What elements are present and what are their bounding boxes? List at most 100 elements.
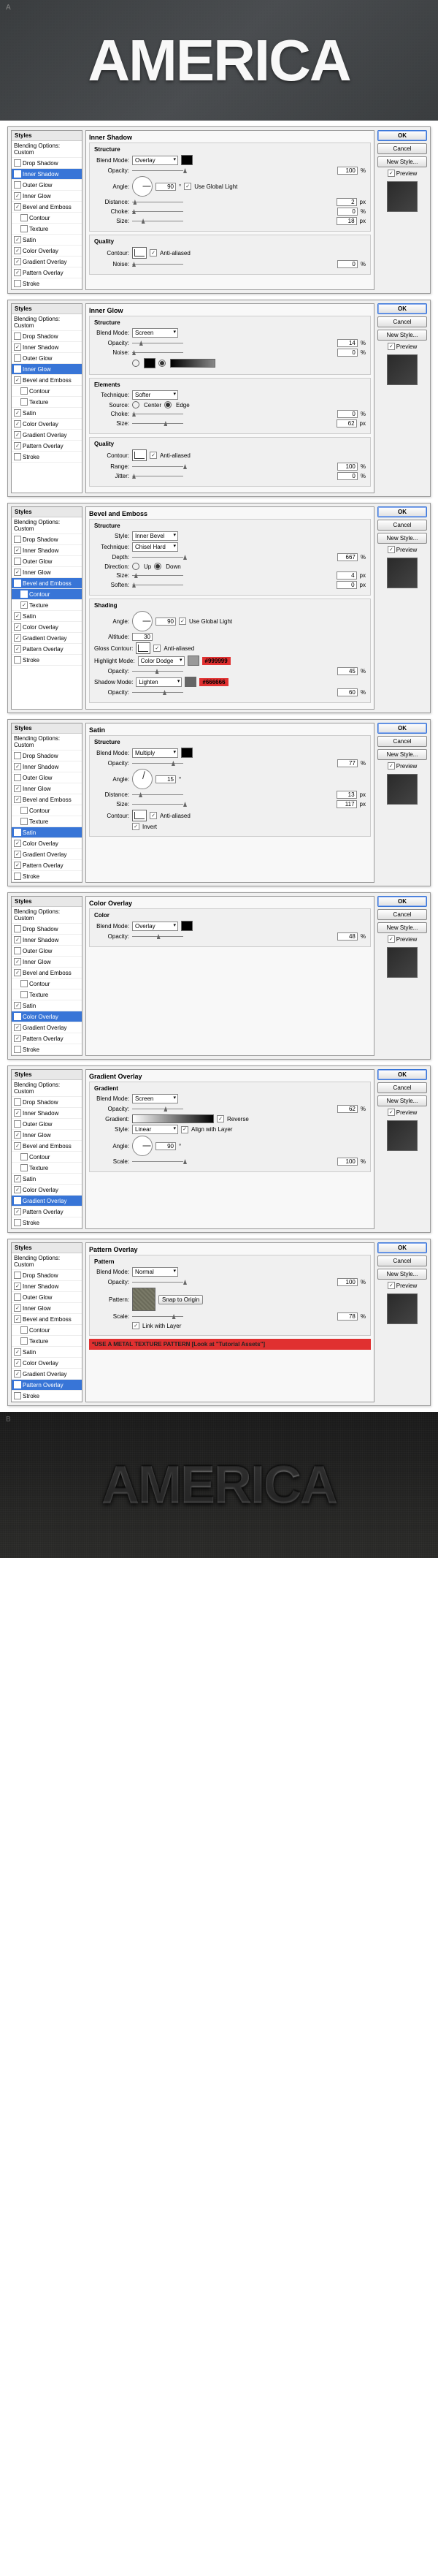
dropdown[interactable]: Normal [132,1267,178,1277]
style-row-satin[interactable]: Satin [12,235,82,246]
checkbox-icon[interactable] [14,181,21,189]
style-row-inner_shadow[interactable]: Inner Shadow [12,342,82,353]
checkbox-icon[interactable] [14,354,21,362]
style-row-satin[interactable]: Satin [12,1174,82,1185]
ok-button[interactable]: OK [377,1242,427,1253]
style-row-satin[interactable]: Satin [12,827,82,838]
contour-picker[interactable] [132,449,147,461]
checkbox-icon[interactable] [14,1283,21,1290]
checkbox-icon[interactable] [14,1208,21,1215]
style-row-pattern_overlay[interactable]: Pattern Overlay [12,644,82,655]
checkbox-icon[interactable] [14,547,21,554]
style-row-contour[interactable]: Contour [12,1325,82,1336]
checkbox-icon[interactable] [14,774,21,781]
checkbox-icon[interactable] [14,1109,21,1117]
dropdown[interactable]: Inner Bevel [132,531,178,541]
style-row-color_overlay[interactable]: Color Overlay [12,1011,82,1022]
contour-picker[interactable] [132,247,147,259]
checkbox-icon[interactable] [14,1186,21,1193]
checkbox-icon[interactable] [14,851,21,858]
style-row-drop_shadow[interactable]: Drop Shadow [12,751,82,761]
style-row-inner_shadow[interactable]: Inner Shadow [12,761,82,772]
ok-button[interactable]: OK [377,506,427,517]
new-style-button[interactable]: New Style... [377,1269,427,1280]
radio-button[interactable] [158,360,166,367]
checkbox-icon[interactable] [388,935,395,943]
value-input[interactable]: 0 [337,208,358,216]
checkbox-icon[interactable] [14,763,21,770]
style-row-outer_glow[interactable]: Outer Glow [12,180,82,191]
cancel-button[interactable]: Cancel [377,1082,427,1093]
slider[interactable] [132,794,334,795]
slider[interactable] [132,763,334,764]
checkbox-icon[interactable] [14,1315,21,1323]
checkbox-icon[interactable] [20,991,28,998]
style-row-contour[interactable]: Contour [12,805,82,816]
blending-options-row[interactable]: Blending Options: Custom [12,141,82,158]
checkbox-icon[interactable] [14,1272,21,1279]
style-row-color_overlay[interactable]: Color Overlay [12,1185,82,1196]
style-row-contour[interactable]: Contour [12,1152,82,1163]
checkbox-icon[interactable] [20,601,28,609]
checkbox-icon[interactable] [14,873,21,880]
slider[interactable] [132,575,334,576]
checkbox-icon[interactable] [14,1142,21,1150]
blending-options-row[interactable]: Blending Options: Custom [12,734,82,751]
style-row-contour[interactable]: Contour [12,589,82,600]
style-row-pattern_overlay[interactable]: Pattern Overlay [12,1380,82,1391]
style-row-gradient_overlay[interactable]: Gradient Overlay [12,1196,82,1207]
slider[interactable] [132,936,334,937]
checkbox-icon[interactable] [14,1131,21,1139]
checkbox-icon[interactable] [20,1153,28,1160]
checkbox-icon[interactable] [14,1120,21,1128]
checkbox-icon[interactable] [181,1126,188,1133]
value-input[interactable]: 62 [337,1105,358,1113]
style-row-inner_shadow[interactable]: Inner Shadow [12,169,82,180]
style-row-outer_glow[interactable]: Outer Glow [12,772,82,783]
radio-button[interactable] [164,401,172,409]
style-row-texture[interactable]: Texture [12,1336,82,1347]
value-input[interactable]: 15 [155,775,176,783]
ok-button[interactable]: OK [377,723,427,734]
slider[interactable] [132,671,334,672]
value-input[interactable]: 0 [337,581,357,589]
color-swatch[interactable] [181,921,193,931]
slider[interactable] [132,211,334,212]
style-row-bevel_emboss[interactable]: Bevel and Emboss [12,375,82,386]
value-input[interactable]: 90 [155,618,176,626]
value-input[interactable]: 100 [337,1158,358,1166]
dropdown[interactable]: Screen [132,328,178,338]
checkbox-icon[interactable] [14,258,21,265]
preview-check[interactable]: Preview [377,1282,427,1289]
checkbox-icon[interactable] [179,618,186,625]
checkbox-icon[interactable] [150,249,157,257]
new-style-button[interactable]: New Style... [377,749,427,760]
checkbox-icon[interactable] [14,612,21,620]
checkbox-icon[interactable] [20,980,28,987]
angle-dial[interactable] [132,769,153,789]
style-row-outer_glow[interactable]: Outer Glow [12,556,82,567]
style-row-outer_glow[interactable]: Outer Glow [12,1292,82,1303]
value-input[interactable]: 90 [155,1142,176,1150]
checkbox-icon[interactable] [14,1370,21,1378]
slider[interactable] [132,1282,334,1283]
value-input[interactable]: 0 [337,260,358,268]
style-row-stroke[interactable]: Stroke [12,1391,82,1402]
checkbox-icon[interactable] [14,1035,21,1042]
style-row-color_overlay[interactable]: Color Overlay [12,419,82,430]
checkbox-icon[interactable] [14,376,21,384]
dropdown[interactable]: Softer [132,390,178,400]
preview-check[interactable]: Preview [377,170,427,177]
style-row-gradient_overlay[interactable]: Gradient Overlay [12,1369,82,1380]
style-row-drop_shadow[interactable]: Drop Shadow [12,158,82,169]
preview-check[interactable]: Preview [377,762,427,770]
ok-button[interactable]: OK [377,130,427,141]
style-row-outer_glow[interactable]: Outer Glow [12,946,82,957]
style-row-pattern_overlay[interactable]: Pattern Overlay [12,441,82,452]
checkbox-icon[interactable] [14,1381,21,1388]
style-row-inner_shadow[interactable]: Inner Shadow [12,545,82,556]
checkbox-icon[interactable] [20,1337,28,1345]
new-style-button[interactable]: New Style... [377,156,427,167]
style-row-pattern_overlay[interactable]: Pattern Overlay [12,860,82,871]
style-row-inner_glow[interactable]: Inner Glow [12,1303,82,1314]
